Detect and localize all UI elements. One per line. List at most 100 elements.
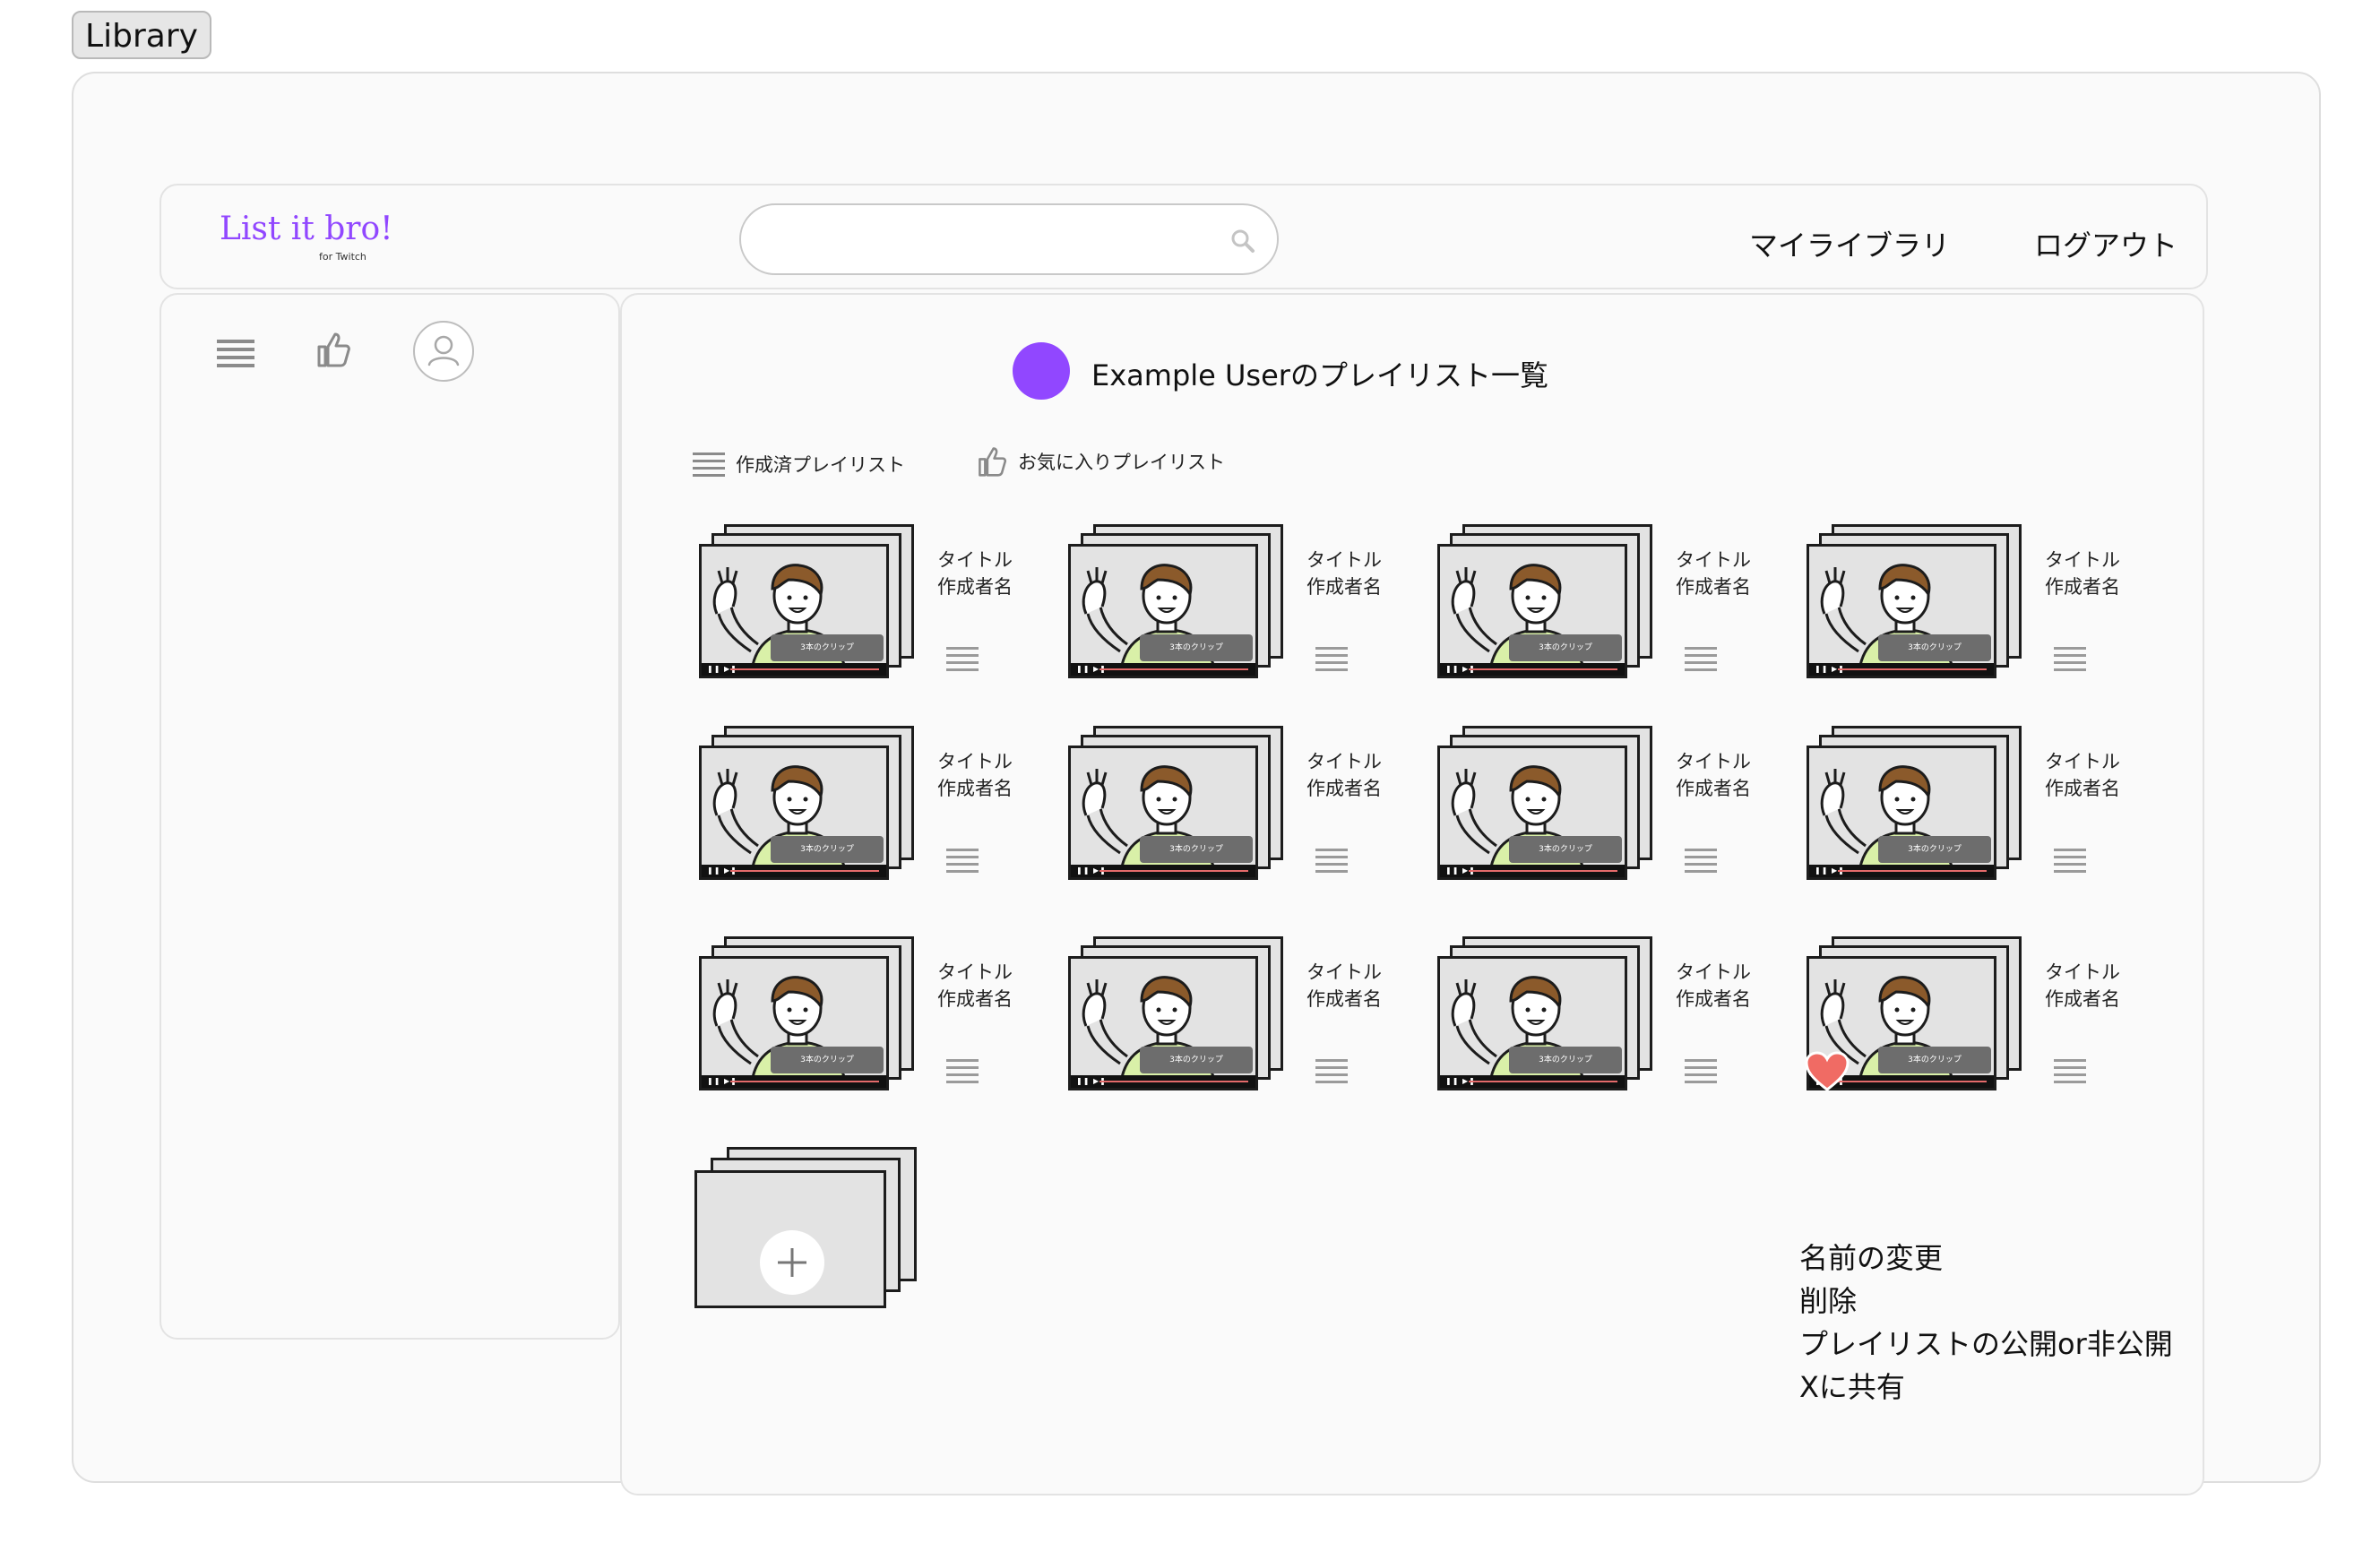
app-logo-subtitle: for Twitch	[319, 251, 366, 263]
playlist-menu-icon[interactable]	[1315, 1058, 1348, 1083]
user-avatar	[1013, 342, 1070, 400]
plus-icon	[760, 1230, 824, 1295]
playlist-author: 作成者名	[2045, 988, 2120, 1010]
video-playbar: ❚❚ ▶❚	[1440, 865, 1625, 877]
playlist-card[interactable]: 3本のクリップ❚❚ ▶❚タイトル作成者名	[1805, 524, 2181, 685]
playlist-menu-icon[interactable]	[1685, 1058, 1717, 1083]
menu-item-visibility[interactable]: プレイリストの公開or非公開	[1799, 1323, 2173, 1366]
playlist-card[interactable]: 3本のクリップ ❚❚ ▶❚ タイトル作成者名	[1436, 726, 1812, 887]
tab-favorites-label: お気に入りプレイリスト	[1018, 452, 1225, 473]
playlist-menu-icon[interactable]	[2054, 1058, 2086, 1083]
clip-count-badge: 3本のクリップ	[1140, 836, 1253, 863]
playlist-author: 作成者名	[1676, 988, 1751, 1010]
playlist-title[interactable]: タイトル	[2045, 747, 2120, 774]
playlist-thumbnail[interactable]: 3本のクリップ❚❚ ▶❚	[1805, 524, 2029, 685]
playlist-menu-icon[interactable]	[946, 1058, 979, 1083]
playlist-title[interactable]: タイトル	[1676, 958, 1751, 985]
playlist-card[interactable]: 3本のクリップ ❚❚ ▶❚ タイトル作成者名	[1436, 524, 1812, 685]
playlist-title[interactable]: タイトル	[2045, 546, 2120, 573]
playlist-thumbnail[interactable]: 3本のクリップ❚❚ ▶❚	[1805, 936, 2029, 1098]
playlist-thumbnail[interactable]: 3本のクリップ ❚❚ ▶❚	[1066, 936, 1290, 1098]
playlist-title[interactable]: タイトル	[1306, 958, 1382, 985]
playlist-title[interactable]: タイトル	[1676, 546, 1751, 573]
playlist-thumbnail[interactable]: 3本のクリップ❚❚ ▶❚	[1436, 936, 1660, 1098]
playlist-menu-icon[interactable]	[1315, 646, 1348, 671]
list-icon[interactable]	[217, 338, 254, 370]
playlist-thumbnail[interactable]: 3本のクリップ ❚❚ ▶❚	[697, 936, 921, 1098]
playlist-menu-icon[interactable]	[1315, 848, 1348, 873]
add-playlist-button[interactable]	[693, 1147, 917, 1308]
clip-count-badge: 3本のクリップ	[771, 634, 884, 661]
playlist-menu-icon[interactable]	[946, 646, 979, 671]
list-icon	[693, 452, 725, 477]
playlist-thumbnail[interactable]: 3本のクリップ ❚❚ ▶❚	[1436, 726, 1660, 887]
thumbs-up-icon[interactable]	[315, 331, 351, 368]
nav-logout[interactable]: ログアウト	[2034, 223, 2177, 264]
playlist-author: 作成者名	[1676, 576, 1751, 598]
playlist-card[interactable]: 3本のクリップ ❚❚ ▶❚ タイトル作成者名	[697, 936, 1074, 1098]
playlist-card[interactable]: 3本のクリップ❚❚ ▶❚タイトル作成者名	[697, 726, 1074, 887]
playlist-author: 作成者名	[1676, 778, 1751, 799]
app-logo[interactable]: List it bro!	[220, 211, 393, 247]
playlist-thumbnail[interactable]: 3本のクリップ ❚❚ ▶❚	[697, 524, 921, 685]
video-playbar: ❚❚ ▶❚	[1440, 1075, 1625, 1088]
playlist-thumbnail[interactable]: 3本のクリップ❚❚ ▶❚	[1066, 524, 1290, 685]
playlist-card[interactable]: 3本のクリップ❚❚ ▶❚ タイトル作成者名	[1436, 936, 1812, 1098]
video-playbar: ❚❚ ▶❚	[702, 1075, 886, 1088]
video-playbar: ❚❚ ▶❚	[1071, 865, 1255, 877]
playlist-thumbnail[interactable]: 3本のクリップ ❚❚ ▶❚	[1066, 726, 1290, 887]
video-playbar: ❚❚ ▶❚	[1071, 1075, 1255, 1088]
playlist-card[interactable]: 3本のクリップ ❚❚ ▶❚ タイトル作成者名	[1066, 726, 1443, 887]
playlist-card[interactable]: 3本のクリップ ❚❚ ▶❚ タイトル作成者名	[697, 524, 1074, 685]
clip-count-badge: 3本のクリップ	[1878, 1047, 1991, 1073]
playlist-title[interactable]: タイトル	[937, 747, 1013, 774]
playlist-thumbnail[interactable]: 3本のクリップ❚❚ ▶❚	[697, 726, 921, 887]
clip-count-badge: 3本のクリップ	[1509, 634, 1622, 661]
video-playbar: ❚❚ ▶❚	[1440, 663, 1625, 676]
clip-count-badge: 3本のクリップ	[1140, 1047, 1253, 1073]
video-playbar: ❚❚ ▶❚	[1809, 663, 1994, 676]
playlist-menu-icon[interactable]	[1685, 848, 1717, 873]
tab-favorite-playlists[interactable]: お気に入りプレイリスト	[977, 445, 1225, 478]
clip-count-badge: 3本のクリップ	[1509, 836, 1622, 863]
nav-my-library[interactable]: マイライブラリ	[1749, 223, 1950, 264]
playlist-author: 作成者名	[937, 988, 1013, 1010]
playlist-title[interactable]: タイトル	[1306, 546, 1382, 573]
playlist-title[interactable]: タイトル	[1306, 747, 1382, 774]
clip-count-badge: 3本のクリップ	[1878, 836, 1991, 863]
playlist-author: 作成者名	[2045, 778, 2120, 799]
tab-created-label: 作成済プレイリスト	[736, 454, 905, 476]
playlist-card[interactable]: 3本のクリップ ❚❚ ▶❚ タイトル作成者名	[1805, 726, 2181, 887]
tab-created-playlists[interactable]: 作成済プレイリスト	[693, 451, 905, 478]
playlist-menu-icon[interactable]	[2054, 646, 2086, 671]
playlist-title[interactable]: タイトル	[937, 958, 1013, 985]
clip-count-badge: 3本のクリップ	[771, 1047, 884, 1073]
playlist-card[interactable]: 3本のクリップ❚❚ ▶❚タイトル作成者名	[1066, 524, 1443, 685]
sidebar	[160, 293, 620, 1340]
heart-icon[interactable]	[1805, 1051, 1850, 1092]
playlist-author: 作成者名	[1306, 778, 1382, 799]
menu-item-rename[interactable]: 名前の変更	[1799, 1237, 2173, 1280]
playlist-card[interactable]: 3本のクリップ ❚❚ ▶❚ タイトル作成者名	[1066, 936, 1443, 1098]
playlist-author: 作成者名	[937, 576, 1013, 598]
playlist-menu-icon[interactable]	[1685, 646, 1717, 671]
search-icon[interactable]	[1230, 228, 1255, 254]
video-playbar: ❚❚ ▶❚	[702, 865, 886, 877]
library-frame-tab: Library	[72, 11, 211, 59]
user-avatar-icon[interactable]	[412, 320, 475, 383]
video-playbar: ❚❚ ▶❚	[1809, 865, 1994, 877]
playlist-context-menu: 名前の変更 削除 プレイリストの公開or非公開 Xに共有	[1799, 1237, 2173, 1409]
playlist-card[interactable]: 3本のクリップ❚❚ ▶❚ タイトル作成者名	[1805, 936, 2181, 1098]
menu-item-share-x[interactable]: Xに共有	[1799, 1366, 2173, 1409]
playlist-menu-icon[interactable]	[946, 848, 979, 873]
playlist-author: 作成者名	[1306, 988, 1382, 1010]
playlist-thumbnail[interactable]: 3本のクリップ ❚❚ ▶❚	[1436, 524, 1660, 685]
menu-item-delete[interactable]: 削除	[1799, 1280, 2173, 1323]
playlist-title[interactable]: タイトル	[2045, 958, 2120, 985]
playlist-title[interactable]: タイトル	[1676, 747, 1751, 774]
video-playbar: ❚❚ ▶❚	[702, 663, 886, 676]
playlist-menu-icon[interactable]	[2054, 848, 2086, 873]
search-input[interactable]	[739, 203, 1279, 275]
playlist-title[interactable]: タイトル	[937, 546, 1013, 573]
playlist-thumbnail[interactable]: 3本のクリップ ❚❚ ▶❚	[1805, 726, 2029, 887]
